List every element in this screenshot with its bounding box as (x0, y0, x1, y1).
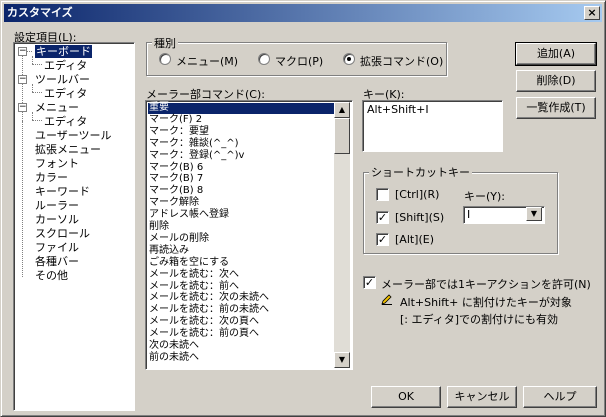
tree-item-other[interactable]: その他 (35, 269, 68, 282)
tree-item-keyboard-editor[interactable]: エディタ (44, 59, 87, 72)
radio-ext-command-label[interactable]: 拡張コマンド(O) (360, 53, 443, 69)
tree-item-scroll[interactable]: スクロール (35, 227, 90, 240)
tree-item-ruler[interactable]: ルーラー (35, 199, 79, 212)
scroll-thumb[interactable] (334, 118, 350, 154)
tree-item-toolbar-editor[interactable]: エディタ (44, 87, 87, 100)
collapse-icon[interactable]: − (18, 47, 27, 56)
tree-item-color[interactable]: カラー (35, 171, 68, 184)
command-list-item[interactable]: マーク解除 (148, 198, 334, 209)
window-title: カスタマイズ (7, 6, 73, 19)
command-list-item[interactable]: マーク(B) 8 (148, 186, 334, 197)
cancel-button[interactable]: キャンセル (447, 386, 517, 408)
tree-item-bars[interactable]: 各種バー (35, 255, 79, 268)
alt-checkbox-label[interactable]: [Alt](E) (395, 233, 434, 246)
command-list-item[interactable]: メールを読む：次の頁へ (148, 317, 334, 328)
title-bar: カスタマイズ × (4, 4, 602, 22)
command-list-item[interactable]: 再読込み (148, 245, 334, 257)
one-key-action-checkbox[interactable]: ✓ (363, 276, 376, 289)
radio-ext-command[interactable] (343, 53, 355, 65)
tree-item-font[interactable]: フォント (35, 157, 79, 170)
settings-tree[interactable]: − − − キーボード エディタ ツールバー エディタ メニュー エディタ ユー… (13, 42, 135, 411)
pencil-icon (381, 294, 392, 305)
command-list-item[interactable]: マーク：登録(^_^)v (148, 150, 334, 162)
key-box[interactable]: Alt+Shift+I (362, 100, 503, 152)
command-list-item[interactable]: 削除 (148, 221, 334, 233)
command-list-item[interactable]: メールを読む：前へ (148, 281, 334, 293)
shift-checkbox[interactable]: ✓ (376, 211, 389, 224)
command-list-item[interactable]: 次の未読へ (148, 340, 334, 352)
tree-item-file[interactable]: ファイル (35, 241, 79, 254)
command-list-item[interactable]: マーク(B) 7 (148, 174, 334, 185)
key-select-value: I (467, 208, 471, 221)
add-button[interactable]: 追加(A) (515, 42, 597, 66)
one-key-action-label[interactable]: メーラー部では1キーアクションを許可(N) (381, 276, 591, 292)
command-list-item[interactable]: ごみ箱を空にする (148, 257, 334, 269)
radio-menu[interactable] (159, 53, 171, 65)
command-list-item[interactable]: メールを読む：次の未読へ (148, 293, 334, 304)
note-line-1: Alt+Shift+ に割付けたキーが対象 (400, 296, 572, 309)
list-create-button[interactable]: 一覧作成(T) (516, 97, 596, 119)
radio-menu-label[interactable]: メニュー(M) (176, 53, 238, 69)
kind-group-title: 種別 (152, 35, 178, 51)
command-list-item[interactable]: マーク(F) 2 (148, 114, 334, 126)
command-list-item[interactable]: メールを読む：次へ (148, 269, 334, 281)
command-list-item[interactable]: マーク：雑談(^_^) (148, 138, 334, 150)
command-list-item[interactable]: 重要 (148, 102, 334, 114)
note-line-2: [: エディタ]での割付けにも有効 (400, 313, 559, 326)
command-list-item[interactable]: アドレス帳へ登録 (148, 209, 334, 221)
command-list-item[interactable]: メールを読む：前の未読へ (148, 305, 334, 316)
ctrl-checkbox-label[interactable]: [Ctrl](R) (395, 188, 439, 201)
tree-item-menu-editor[interactable]: エディタ (44, 115, 87, 128)
command-list-scrollbar[interactable]: ▲ ▼ (334, 102, 350, 368)
key-box-value: Alt+Shift+I (367, 103, 429, 116)
shift-checkbox-label[interactable]: [Shift](S) (395, 211, 444, 224)
command-list-item[interactable]: マーク：要望 (148, 126, 334, 138)
tree-item-keyword[interactable]: キーワード (35, 185, 90, 198)
command-list-item[interactable]: メールを読む：前の頁へ (148, 328, 334, 340)
key-select-label: キー(Y): (464, 190, 506, 203)
tree-item-menu[interactable]: メニュー (35, 101, 79, 114)
radio-macro-label[interactable]: マクロ(P) (275, 53, 323, 69)
ok-button[interactable]: OK (371, 386, 441, 408)
command-list-item[interactable]: マーク(B) 6 (148, 162, 334, 174)
tree-item-toolbar[interactable]: ツールバー (35, 73, 90, 86)
tree-item-keyboard[interactable]: キーボード (35, 45, 92, 58)
alt-checkbox[interactable]: ✓ (376, 233, 389, 246)
dropdown-arrow-icon[interactable]: ▼ (526, 207, 542, 221)
tree-item-user-tools[interactable]: ユーザーツール (35, 129, 112, 142)
collapse-icon[interactable]: − (18, 103, 27, 112)
command-list-item[interactable]: メールの削除 (148, 233, 334, 245)
radio-macro[interactable] (258, 53, 270, 65)
tree-item-ext-menu[interactable]: 拡張メニュー (35, 143, 101, 156)
command-list[interactable]: 重要 マーク(F) 2 マーク：要望 マーク：雑談(^_^) マーク：登録(^_^)v マ… (145, 100, 353, 370)
shortcut-group-title: ショートカットキー (369, 164, 472, 180)
key-select[interactable]: I ▼ (463, 206, 545, 224)
scroll-down-icon[interactable]: ▼ (334, 352, 350, 368)
scroll-up-icon[interactable]: ▲ (334, 102, 350, 118)
command-list-item[interactable]: 前の未読へ (148, 352, 334, 364)
collapse-icon[interactable]: − (18, 75, 27, 84)
customize-dialog: カスタマイズ × 設定項目(L): − − − キーボード エディタ ツールバー… (0, 0, 606, 417)
help-button[interactable]: ヘルプ (523, 386, 597, 408)
ctrl-checkbox[interactable] (376, 188, 389, 201)
delete-button[interactable]: 削除(D) (516, 70, 596, 92)
close-icon[interactable]: × (584, 6, 600, 20)
tree-item-cursor[interactable]: カーソル (35, 213, 79, 226)
